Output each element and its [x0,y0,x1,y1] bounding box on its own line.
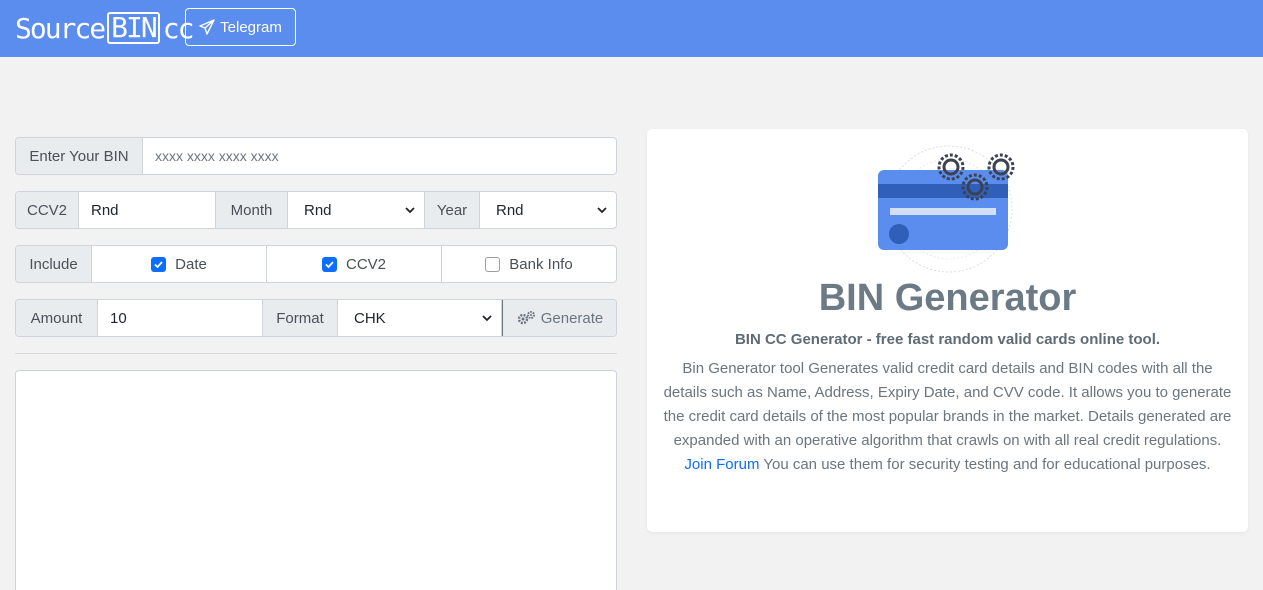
include-bank-label: Bank Info [509,255,573,273]
chevron-down-icon [405,207,415,214]
include-bank-checkbox[interactable]: Bank Info [442,246,616,282]
checkbox-checked-icon [151,256,167,272]
ccv2-input[interactable]: Rnd [79,192,216,228]
ccv2-date-group: CCV2 Rnd Month Rnd Year Rnd [15,191,617,229]
format-select[interactable]: CHK [338,300,502,336]
bin-label: Enter Your BIN [16,138,143,174]
brand-logo[interactable]: Source BIN cc [15,10,194,46]
output-textarea[interactable] [15,370,617,590]
year-select[interactable]: Rnd [480,192,616,228]
telegram-label: Telegram [220,18,282,36]
checkbox-unchecked-icon [485,256,501,272]
paper-plane-icon [199,19,215,35]
month-value: Rnd [304,201,332,219]
generate-button[interactable]: Generate [502,300,616,336]
description: Bin Generator tool Generates valid credi… [663,357,1232,477]
include-date-checkbox[interactable]: Date [92,246,267,282]
divider [15,353,617,354]
include-label: Include [16,246,92,282]
page-subtitle: BIN CC Generator - free fast random vali… [734,331,1161,348]
month-select[interactable]: Rnd [288,192,425,228]
brand-prefix: Source [15,11,106,45]
join-forum-link[interactable]: Join Forum [684,456,759,473]
include-ccv2-label: CCV2 [345,255,386,273]
format-value: CHK [354,309,386,327]
brand-boxed: BIN [107,12,160,44]
description-text: Bin Generator tool Generates valid credi… [663,360,1232,449]
telegram-button[interactable]: Telegram [185,8,296,46]
page-title: BIN Generator [818,277,1077,319]
generate-label: Generate [540,309,604,327]
include-group: Include Date CCV2 Bank Info [15,245,617,283]
bin-input-group: Enter Your BIN xxxx xxxx xxxx xxxx [15,137,617,175]
ccv2-label: CCV2 [16,192,79,228]
description-text-end: You can use them for security testing an… [763,456,1211,473]
amount-label: Amount [16,300,98,336]
include-date-label: Date [175,255,207,273]
bin-input[interactable]: xxxx xxxx xxxx xxxx [143,138,616,174]
month-label: Month [216,192,288,228]
credit-card-gears-illustration [878,145,1015,273]
chevron-down-icon [482,315,492,322]
chevron-down-icon [597,207,607,214]
checkbox-checked-icon [321,256,337,272]
amount-input[interactable]: 10 [98,300,263,336]
info-card: BIN Generator BIN CC Generator - free fa… [647,129,1248,532]
year-value: Rnd [496,201,524,219]
amount-format-group: Amount 10 Format CHK Generate [15,299,617,337]
navbar: Source BIN cc Telegram [0,0,1263,57]
year-label: Year [425,192,480,228]
format-label: Format [263,300,338,336]
gears-icon [517,311,535,325]
include-ccv2-checkbox[interactable]: CCV2 [267,246,442,282]
